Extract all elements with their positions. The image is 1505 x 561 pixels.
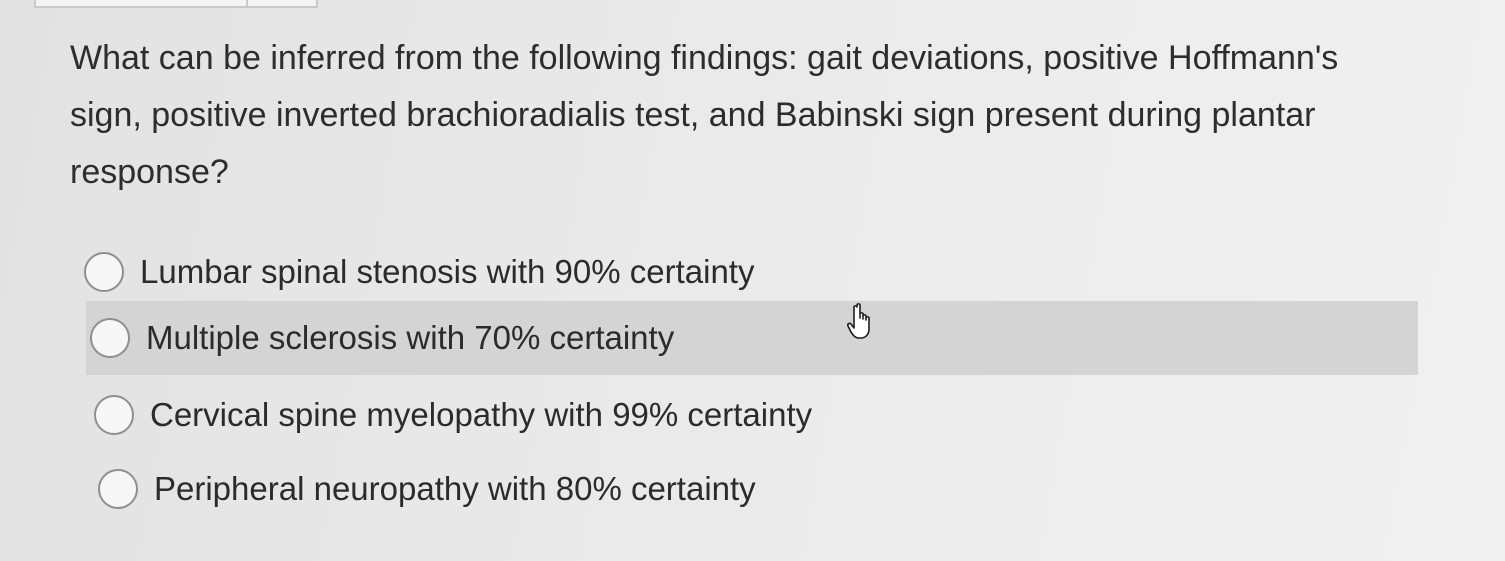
radio-button[interactable] <box>94 395 134 435</box>
radio-button[interactable] <box>98 469 138 509</box>
option-label: Cervical spine myelopathy with 99% certa… <box>150 396 813 433</box>
option-cervical-spine-myelopathy[interactable]: Cervical spine myelopathy with 99% certa… <box>88 378 1418 452</box>
option-peripheral-neuropathy[interactable]: Peripheral neuropathy with 80% certainty <box>90 452 1418 526</box>
answer-options: Lumbar spinal stenosis with 90% certaint… <box>0 0 1505 561</box>
option-label: Multiple sclerosis with 70% certainty <box>146 319 675 356</box>
option-lumbar-spinal-stenosis[interactable]: Lumbar spinal stenosis with 90% certaint… <box>84 235 1418 309</box>
hand-pointer-icon <box>846 303 870 339</box>
option-label: Lumbar spinal stenosis with 90% certaint… <box>140 253 755 290</box>
radio-button[interactable] <box>90 318 130 358</box>
option-multiple-sclerosis[interactable]: Multiple sclerosis with 70% certainty <box>86 301 1418 375</box>
radio-button[interactable] <box>84 252 124 292</box>
option-label: Peripheral neuropathy with 80% certainty <box>154 470 756 507</box>
